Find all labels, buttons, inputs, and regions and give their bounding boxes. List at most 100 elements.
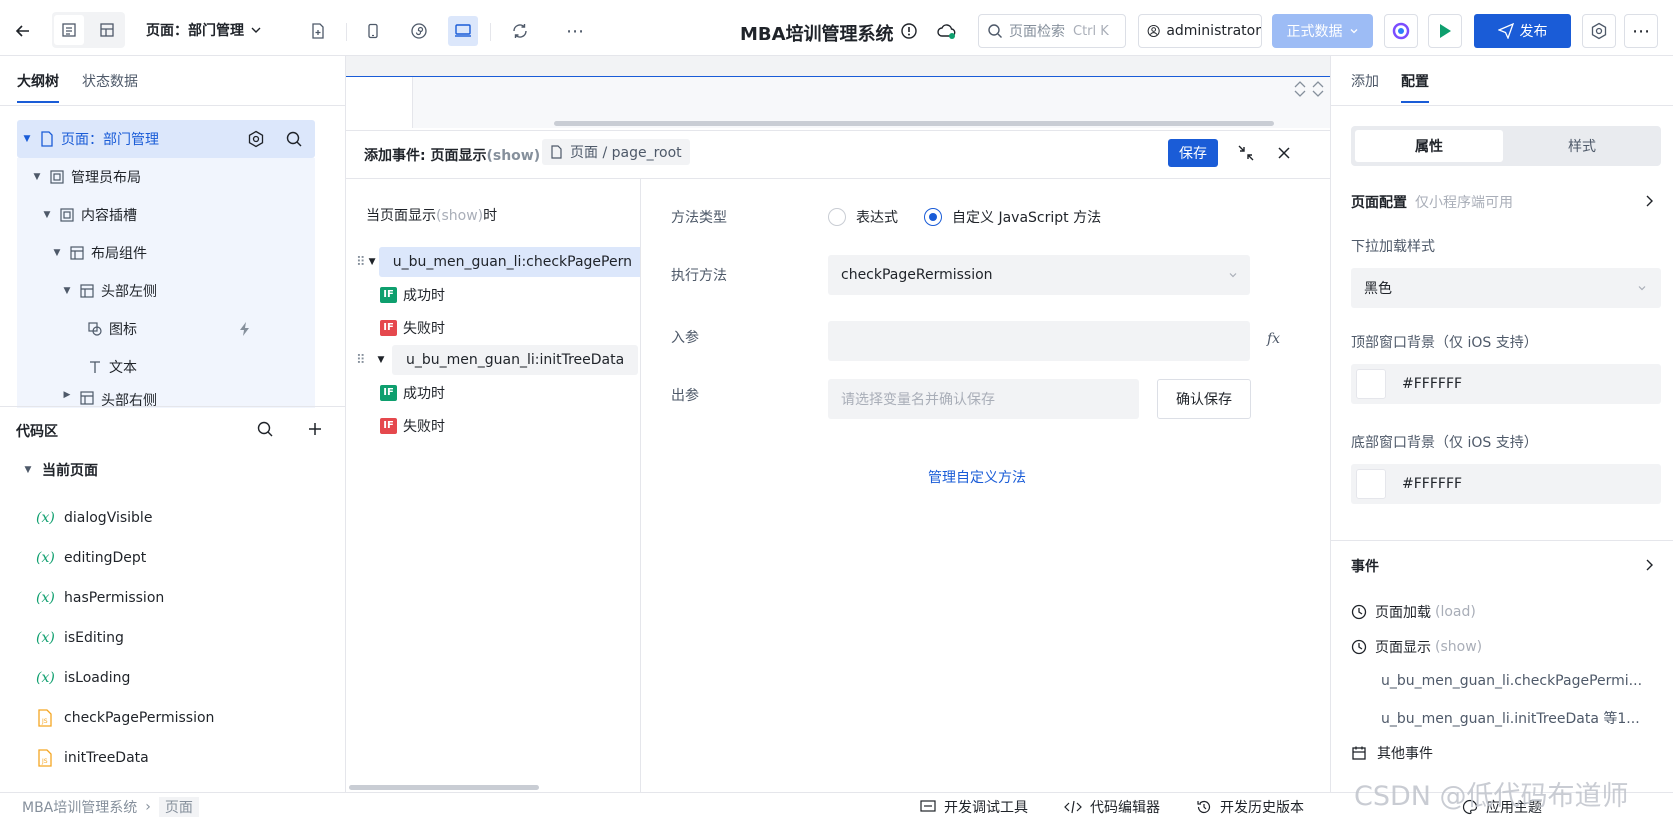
action-item[interactable]: ⠿ ▼ u_bu_men_guan_li:initTreeData bbox=[356, 343, 640, 377]
tree-node-text[interactable]: 文本 bbox=[17, 348, 315, 386]
play-icon bbox=[1440, 24, 1451, 38]
code-item-variable[interactable]: (x) hasPermission bbox=[36, 578, 164, 618]
chevron-right-icon[interactable] bbox=[1643, 194, 1655, 208]
info-icon[interactable] bbox=[894, 16, 924, 46]
segment-properties[interactable]: 属性 bbox=[1355, 130, 1503, 162]
branch-label: 失败时 bbox=[403, 419, 445, 435]
if-branch-icon: IF bbox=[380, 418, 397, 434]
more-menu-button[interactable]: ⋯ bbox=[1624, 14, 1658, 48]
horizontal-scrollbar[interactable] bbox=[349, 785, 539, 790]
tab-state-data[interactable]: 状态数据 bbox=[82, 71, 138, 91]
tab-outline-tree[interactable]: 大纲树 bbox=[17, 71, 59, 103]
search-icon[interactable] bbox=[256, 420, 274, 438]
segment-styles[interactable]: 样式 bbox=[1507, 130, 1657, 162]
code-item-variable[interactable]: (x) isLoading bbox=[36, 658, 130, 698]
radio-custom-js[interactable]: 自定义 JavaScript 方法 bbox=[924, 207, 1101, 227]
tree-node-page[interactable]: ▼ 页面：部门管理 bbox=[17, 120, 315, 158]
code-item-label: hasPermission bbox=[64, 590, 165, 606]
desktop-preview-icon[interactable] bbox=[448, 16, 478, 46]
tab-add[interactable]: 添加 bbox=[1351, 71, 1379, 91]
breadcrumb-app[interactable]: MBA培训管理系统 bbox=[22, 797, 137, 817]
expand-collapse-icon[interactable] bbox=[1292, 80, 1326, 98]
code-editor-button[interactable]: 代码编辑器 bbox=[1064, 797, 1160, 817]
data-mode-label: 正式数据 bbox=[1286, 24, 1343, 40]
code-item-variable[interactable]: (x) editingDept bbox=[36, 538, 146, 578]
caret-down-icon[interactable]: ▼ bbox=[366, 257, 379, 267]
refresh-icon[interactable] bbox=[505, 16, 535, 46]
dev-tools-button[interactable]: 开发调试工具 bbox=[920, 797, 1028, 817]
other-events[interactable]: 其他事件 bbox=[1351, 743, 1433, 763]
color-swatch[interactable] bbox=[1356, 369, 1386, 399]
code-item-variable[interactable]: (x) dialogVisible bbox=[36, 498, 152, 538]
tree-node-icon[interactable]: 图标 bbox=[17, 310, 315, 348]
color-swatch[interactable] bbox=[1356, 469, 1386, 499]
output-var-select[interactable]: 请选择变量名并确认保存 bbox=[828, 379, 1139, 419]
dialog-save-button[interactable]: 保存 bbox=[1168, 139, 1218, 167]
drag-handle-icon[interactable]: ⠿ bbox=[356, 353, 370, 368]
branch-fail[interactable]: IF 失败时 bbox=[380, 311, 445, 345]
new-page-icon[interactable] bbox=[303, 16, 333, 46]
cloud-sync-icon[interactable] bbox=[932, 16, 962, 46]
bottom-bg-color-field[interactable]: #FFFFFF bbox=[1351, 464, 1661, 504]
code-editor-label: 代码编辑器 bbox=[1090, 800, 1160, 816]
page-config-section[interactable]: 页面配置 仅小程序端可用 bbox=[1351, 192, 1513, 212]
branch-success[interactable]: IF 成功时 bbox=[380, 376, 445, 410]
run-preview-button[interactable] bbox=[1428, 14, 1462, 48]
code-area-title: 代码区 bbox=[16, 424, 58, 440]
tree-node-header-left[interactable]: ▼ 头部左侧 bbox=[17, 272, 315, 310]
lightning-icon[interactable] bbox=[237, 321, 253, 337]
event-page-show[interactable]: 页面显示 (show) bbox=[1351, 637, 1482, 657]
tree-node-content-slot[interactable]: ▼ 内容插槽 bbox=[17, 196, 315, 234]
watermark: CSDN @低代码布道师 bbox=[1354, 781, 1629, 812]
data-mode-select[interactable]: 正式数据 bbox=[1272, 14, 1373, 48]
page-selector[interactable]: 页面：部门管理 bbox=[146, 20, 262, 40]
exec-method-select[interactable]: checkPageRermission bbox=[828, 255, 1250, 295]
back-arrow-icon[interactable] bbox=[8, 16, 38, 46]
event-action-link[interactable]: u_bu_men_guan_li.checkPagePermi... bbox=[1381, 673, 1642, 689]
action-item[interactable]: ⠿ ▼ u_bu_men_guan_li:checkPagePern bbox=[356, 245, 640, 279]
current-page-group[interactable]: ▼ 当前页面 bbox=[22, 460, 98, 480]
user-menu[interactable]: administrator bbox=[1138, 14, 1262, 48]
minimize-icon[interactable] bbox=[1236, 143, 1256, 163]
miniprogram-preview-icon[interactable] bbox=[404, 16, 434, 46]
close-icon[interactable] bbox=[1276, 145, 1292, 161]
input-params-field[interactable] bbox=[828, 321, 1250, 361]
tree-node-label: 内容插槽 bbox=[81, 208, 137, 224]
tree-node-admin-layout[interactable]: ▼ 管理员布局 bbox=[17, 158, 315, 196]
mobile-preview-icon[interactable] bbox=[358, 16, 388, 46]
top-bg-color-field[interactable]: #FFFFFF bbox=[1351, 364, 1661, 404]
page-search-input[interactable]: 页面检索 Ctrl K bbox=[978, 14, 1126, 48]
history-button[interactable]: 开发历史版本 bbox=[1196, 797, 1304, 817]
code-item-method[interactable]: JS initTreeData bbox=[36, 738, 149, 778]
manage-methods-link[interactable]: 管理自定义方法 bbox=[928, 467, 1026, 487]
code-item-label: isEditing bbox=[64, 630, 124, 646]
tree-node-layout-component[interactable]: ▼ 布局组件 bbox=[17, 234, 315, 272]
drag-handle-icon[interactable]: ⠿ bbox=[356, 255, 366, 270]
code-item-method[interactable]: JS checkPagePermission bbox=[36, 698, 214, 738]
pull-style-select[interactable]: 黑色 bbox=[1351, 268, 1661, 308]
outline-view-icon[interactable] bbox=[54, 15, 84, 45]
radio-expression[interactable]: 表达式 bbox=[828, 207, 898, 227]
caret-down-icon[interactable]: ▼ bbox=[370, 355, 392, 365]
event-action-link[interactable]: u_bu_men_guan_li.initTreeData 等1... bbox=[1381, 708, 1640, 728]
settings-icon[interactable] bbox=[247, 130, 265, 148]
dialog-breadcrumb[interactable]: 页面 / page_root bbox=[542, 139, 690, 165]
code-item-variable[interactable]: (x) isEditing bbox=[36, 618, 124, 658]
tree-node-header-right[interactable]: ▶ 头部右侧 bbox=[17, 386, 315, 408]
publish-button[interactable]: 发布 bbox=[1474, 14, 1571, 48]
horizontal-scrollbar[interactable] bbox=[554, 121, 1274, 126]
more-icon[interactable]: ⋯ bbox=[560, 16, 590, 46]
breadcrumb-page[interactable]: 页面 bbox=[158, 797, 199, 817]
settings-button[interactable] bbox=[1582, 14, 1616, 48]
fx-button[interactable]: fx bbox=[1267, 331, 1280, 347]
layout-view-icon[interactable] bbox=[92, 15, 122, 45]
search-icon[interactable] bbox=[285, 130, 303, 148]
confirm-save-button[interactable]: 确认保存 bbox=[1157, 379, 1251, 419]
branch-fail[interactable]: IF 失败时 bbox=[380, 409, 445, 443]
chevron-right-icon[interactable] bbox=[1643, 558, 1655, 572]
event-page-load[interactable]: 页面加载 (load) bbox=[1351, 602, 1476, 622]
tab-config[interactable]: 配置 bbox=[1401, 71, 1429, 103]
branch-success[interactable]: IF 成功时 bbox=[380, 278, 445, 312]
add-icon[interactable] bbox=[306, 420, 324, 438]
ai-assistant-icon[interactable] bbox=[1384, 14, 1418, 48]
